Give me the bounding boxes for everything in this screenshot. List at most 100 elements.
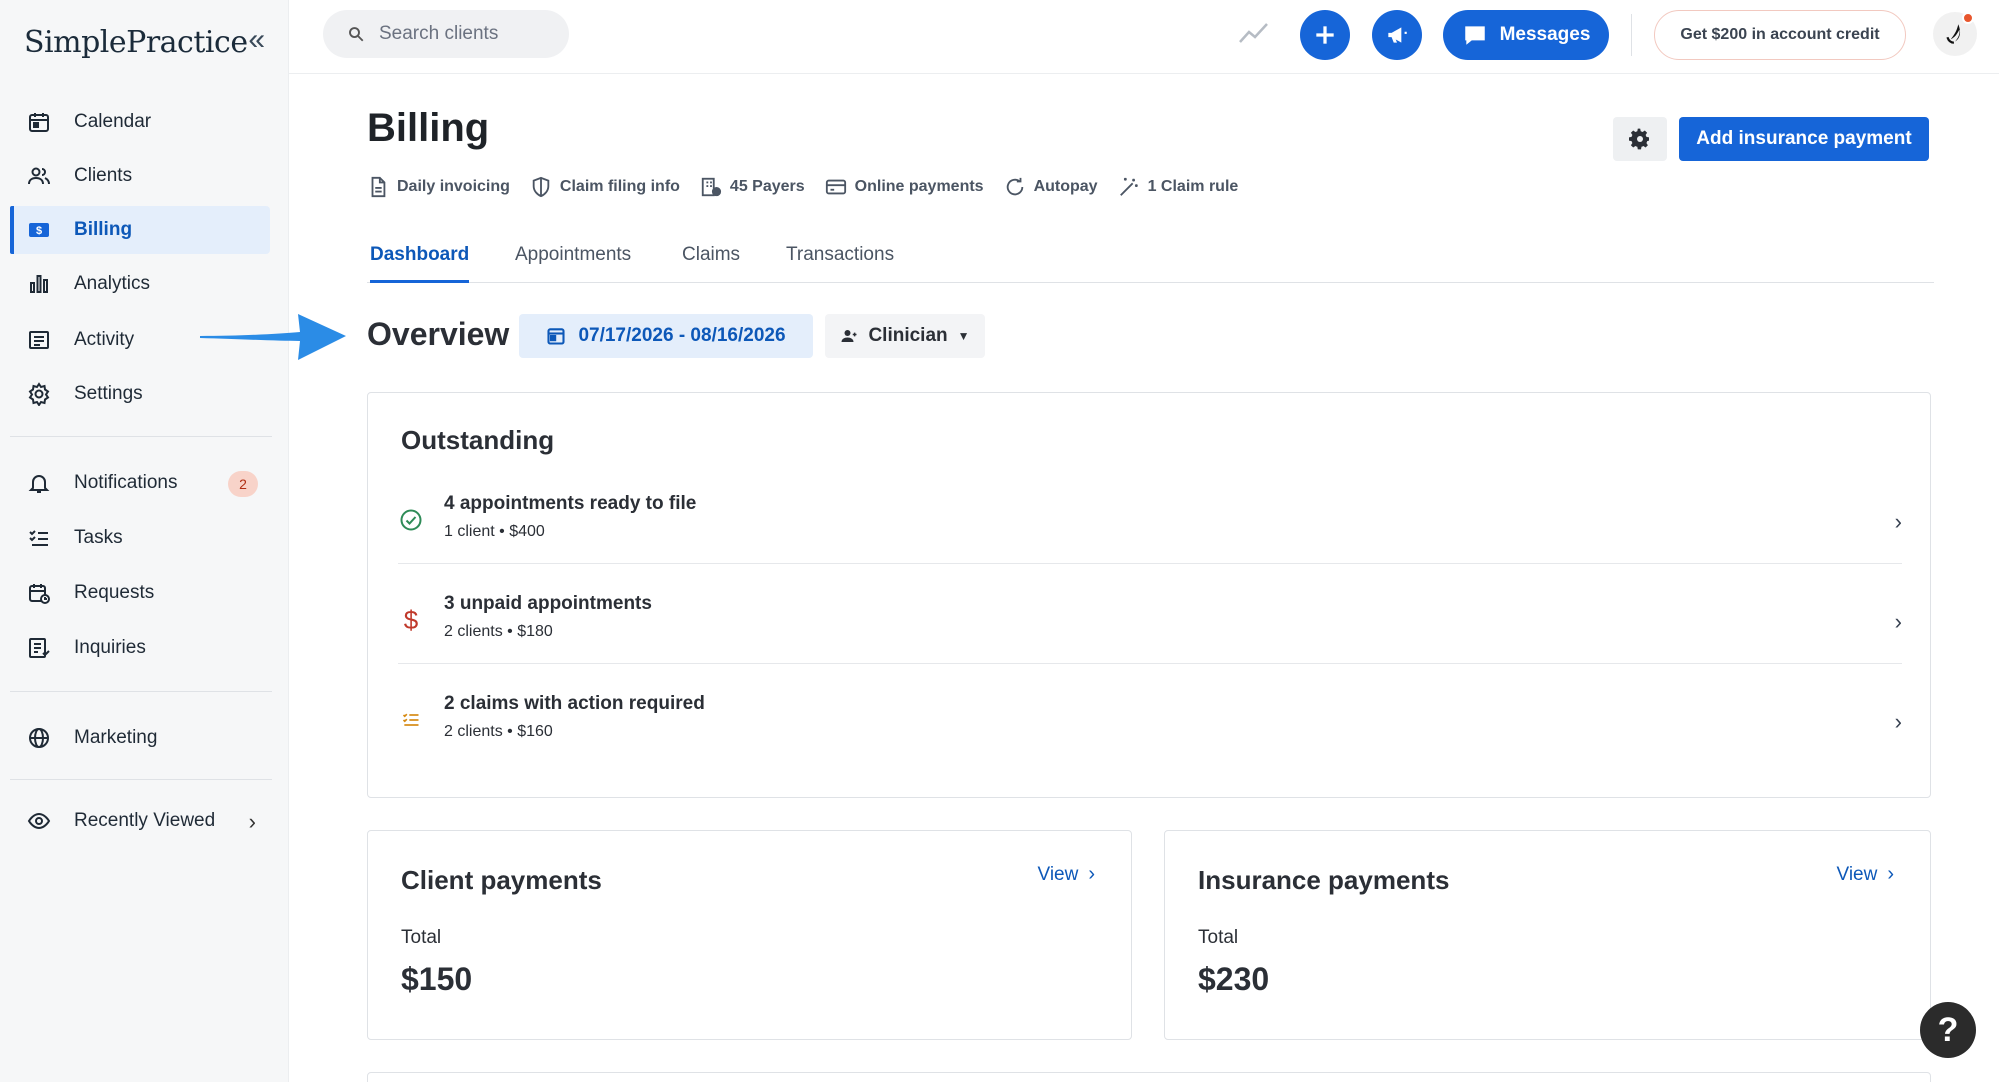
total-label: Total (401, 927, 442, 948)
link-label: Online payments (854, 178, 984, 195)
autopay-link[interactable]: Autopay (1004, 176, 1098, 198)
outstanding-row-ready-to-file[interactable]: 4 appointments ready to file 1 client • … (398, 473, 1902, 573)
row-subtitle: 2 clients • $180 (444, 623, 553, 640)
sidebar-item-notifications[interactable]: Notifications 2 (10, 459, 270, 507)
chevron-right-icon: › (248, 809, 256, 834)
megaphone-icon (1388, 27, 1407, 43)
dollar-icon: $ (403, 604, 419, 635)
notifications-badge: 2 (228, 471, 258, 497)
total-label: Total (1198, 927, 1239, 948)
search-input[interactable] (379, 23, 549, 45)
row-subtitle: 2 clients • $160 (444, 723, 553, 740)
tab-transactions[interactable]: Transactions (786, 244, 894, 283)
sidebar-item-label: Calendar (74, 111, 152, 132)
sidebar-item-label: Requests (74, 582, 155, 603)
annotation-arrow (200, 314, 346, 360)
link-label: Daily invoicing (397, 178, 510, 195)
sidebar-item-label: Activity (74, 329, 135, 350)
overview-title: Overview (367, 316, 510, 352)
sidebar-item-label: Clients (74, 165, 133, 186)
analytics-icon (26, 271, 52, 297)
check-circle-icon (398, 507, 424, 533)
gear-icon (1629, 128, 1649, 150)
client-payments-view-link[interactable]: View › (1037, 863, 1095, 886)
messages-button[interactable]: Messages (1443, 10, 1609, 60)
sidebar-item-label: Notifications (74, 472, 178, 493)
clients-icon (26, 163, 52, 189)
sidebar-item-marketing[interactable]: Marketing (10, 714, 270, 762)
collapse-sidebar-button[interactable]: « (248, 25, 269, 59)
tab-claims[interactable]: Claims (682, 244, 740, 283)
outstanding-row-unpaid[interactable]: $ 3 unpaid appointments 2 clients • $180… (398, 573, 1902, 673)
link-label: Autopay (1033, 178, 1098, 195)
logo-row: SimplePractice « (24, 20, 269, 64)
notification-dot (1962, 12, 1974, 24)
search-box[interactable] (323, 10, 569, 58)
outstanding-row-claims-action[interactable]: 2 claims with action required 2 clients … (398, 673, 1902, 773)
magic-wand-icon (1119, 177, 1138, 196)
row-divider (398, 663, 1902, 664)
plus-icon (1316, 26, 1334, 44)
announcements-button[interactable] (1372, 10, 1422, 60)
row-title: 4 appointments ready to file (444, 493, 697, 514)
outstanding-title: Outstanding (401, 425, 555, 455)
logo[interactable]: SimplePractice (24, 25, 248, 60)
add-button[interactable] (1300, 10, 1350, 60)
payers-link[interactable]: 45 Payers (700, 176, 805, 198)
insurance-payments-view-link[interactable]: View › (1836, 863, 1894, 886)
refresh-icon (1006, 177, 1023, 196)
tab-dashboard[interactable]: Dashboard (370, 244, 470, 283)
sidebar-item-clients[interactable]: Clients (10, 152, 270, 200)
help-button[interactable]: ? (1920, 1002, 1976, 1058)
sidebar-item-label: Inquiries (74, 637, 146, 658)
account-credit-button[interactable]: Get $200 in account credit (1654, 10, 1906, 60)
billing-settings-button[interactable] (1613, 117, 1667, 161)
document-icon (371, 176, 386, 198)
sidebar-item-recently-viewed[interactable]: Recently Viewed › (10, 797, 270, 845)
credit-card-icon (825, 179, 846, 195)
activity-icon (26, 327, 52, 353)
clinician-dropdown[interactable]: Clinician ▼ (825, 314, 985, 358)
calendar-icon (26, 109, 52, 135)
claim-rule-link[interactable]: 1 Claim rule (1118, 176, 1238, 198)
sidebar-item-calendar[interactable]: Calendar (10, 98, 270, 146)
chevron-right-icon: › (1088, 863, 1095, 885)
clinician-icon (841, 330, 857, 342)
settings-icon (26, 381, 52, 407)
add-insurance-payment-button[interactable]: Add insurance payment (1679, 117, 1929, 161)
link-label: Claim filing info (559, 178, 680, 195)
sidebar: SimplePractice « Calendar Clients $ Bill… (0, 0, 289, 1082)
sidebar-item-requests[interactable]: Requests (10, 569, 270, 617)
trend-icon[interactable] (1237, 16, 1271, 50)
sidebar-item-label: Tasks (74, 527, 123, 548)
sidebar-item-label: Settings (74, 383, 143, 404)
calendar-icon (547, 328, 565, 345)
sidebar-item-inquiries[interactable]: Inquiries (10, 624, 270, 672)
sidebar-divider (10, 779, 272, 780)
date-range-button[interactable]: 07/17/2026 - 08/16/2026 (519, 314, 813, 358)
building-icon (701, 177, 722, 197)
clinician-label: Clinician (868, 325, 948, 346)
sidebar-item-label: Billing (74, 219, 133, 240)
client-payments-card: Client payments View › Total $150 (367, 830, 1132, 1040)
sidebar-item-settings[interactable]: Settings (10, 370, 270, 418)
row-divider (398, 563, 1902, 564)
outstanding-card: Outstanding 4 appointments ready to file… (367, 392, 1931, 798)
online-payments-link[interactable]: Online payments (825, 176, 984, 198)
tab-appointments[interactable]: Appointments (515, 244, 631, 283)
top-bar: Messages Get $200 in account credit (289, 0, 1999, 74)
daily-invoicing-link[interactable]: Daily invoicing (367, 176, 510, 198)
sidebar-item-tasks[interactable]: Tasks (10, 514, 270, 562)
sidebar-item-billing[interactable]: $ Billing (10, 206, 270, 254)
date-range-label: 07/17/2026 - 08/16/2026 (578, 325, 786, 346)
view-label: View (1037, 863, 1079, 885)
view-label: View (1836, 863, 1878, 885)
chevron-right-icon: › (1887, 863, 1894, 885)
sidebar-item-analytics[interactable]: Analytics (10, 260, 270, 308)
billing-icon: $ (26, 217, 52, 243)
row-subtitle: 1 client • $400 (444, 523, 545, 540)
claim-filing-info-link[interactable]: Claim filing info (530, 176, 680, 198)
client-payments-total: $150 (401, 961, 473, 997)
sidebar-divider (10, 436, 272, 437)
bell-icon (26, 470, 52, 496)
